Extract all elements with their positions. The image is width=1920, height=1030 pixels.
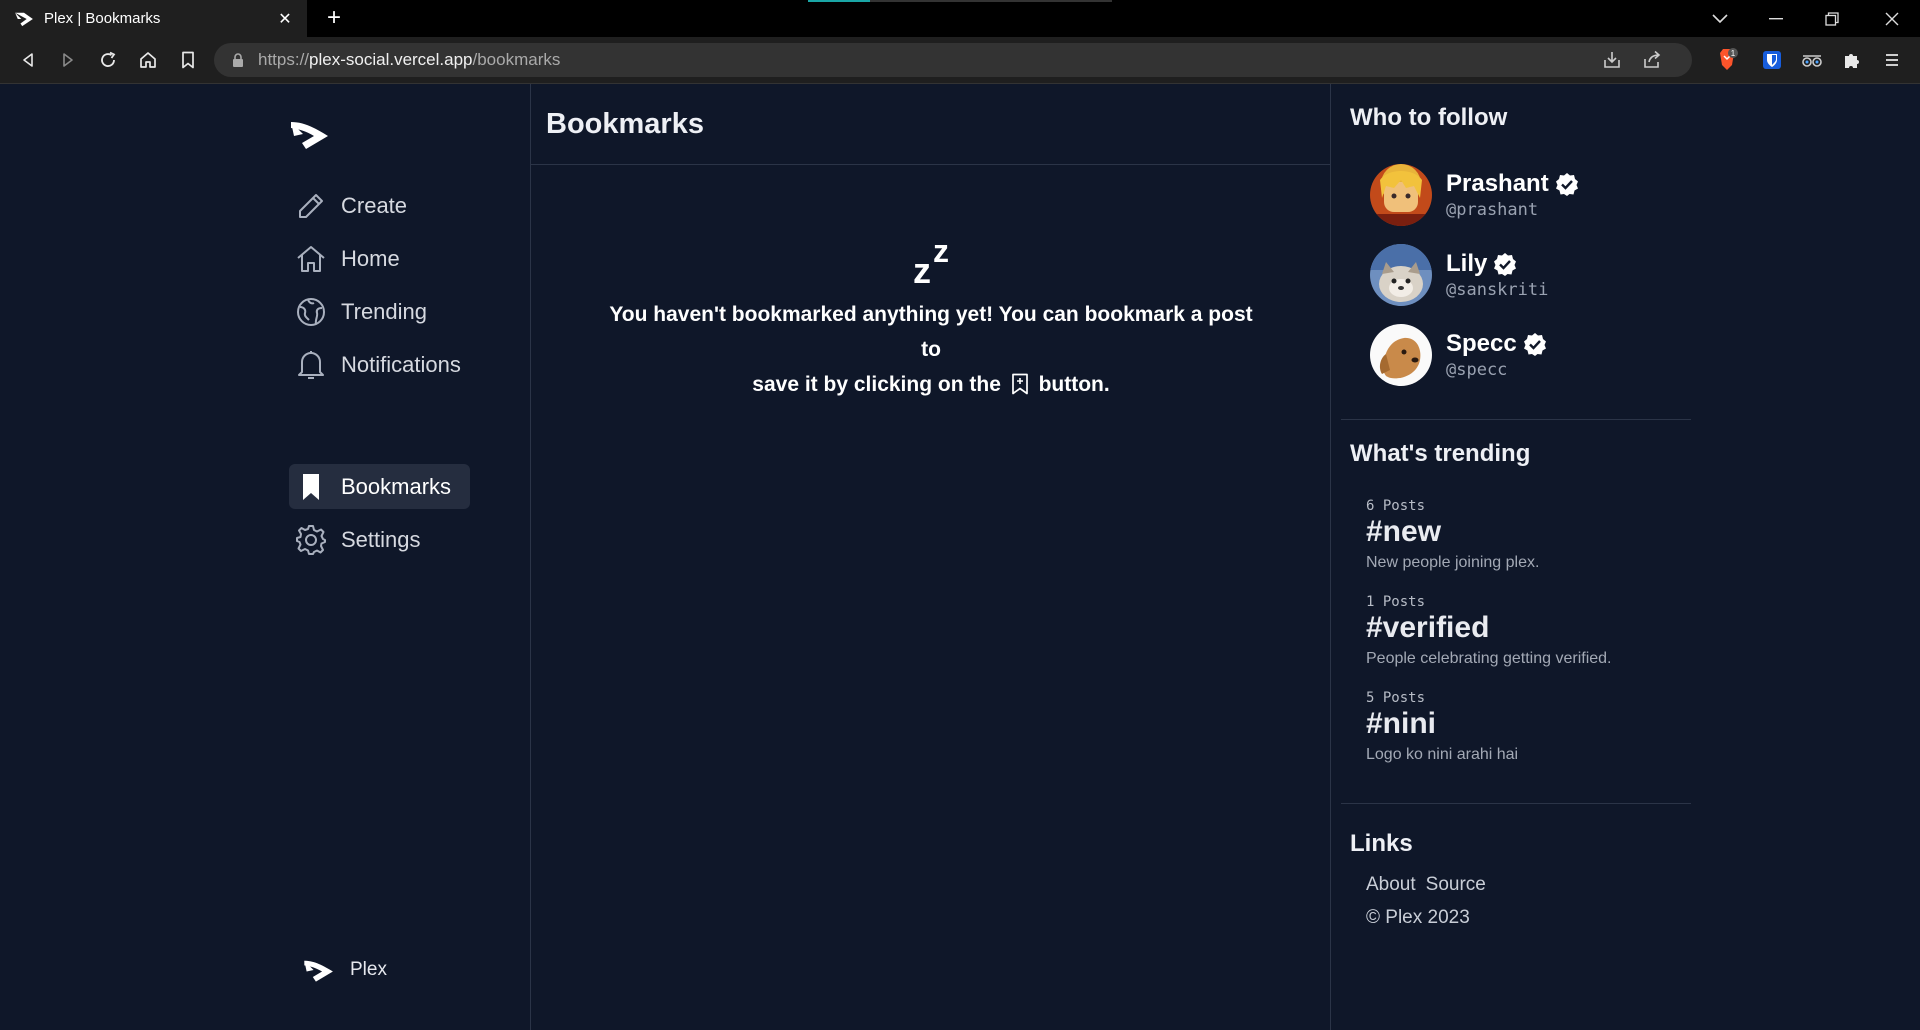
plex-favicon-icon	[14, 9, 34, 29]
sidebar-item-notifications[interactable]: Notifications	[289, 342, 473, 387]
trend-tag: #new	[1366, 515, 1442, 548]
pencil-icon	[293, 188, 329, 224]
who-to-follow-title: Who to follow	[1350, 104, 1508, 131]
trend-tag: #verified	[1366, 611, 1490, 644]
trend-count: 6 Posts	[1366, 498, 1426, 514]
about-link[interactable]: About	[1366, 874, 1416, 896]
follow-user-name: Prashant	[1446, 170, 1549, 197]
restore-icon[interactable]	[1804, 0, 1860, 37]
whats-trending-title: What's trending	[1350, 440, 1531, 467]
bookmark-icon	[293, 469, 329, 505]
bookmark-add-icon	[1011, 371, 1029, 395]
trend-description: New people joining plex.	[1366, 554, 1540, 571]
plex-logo-icon[interactable]	[288, 116, 332, 152]
globe-icon	[293, 294, 329, 330]
sidebar-item-label: Bookmarks	[341, 473, 452, 499]
sidebar-item-label: Trending	[341, 298, 428, 324]
sidebar-item-create[interactable]: Create	[289, 183, 419, 228]
follow-user-handle: @specc	[1446, 360, 1508, 380]
follow-user-prashant[interactable]: Prashant @prashant	[1370, 164, 1579, 226]
verified-badge-icon	[1493, 252, 1517, 276]
sidebar-item-home[interactable]: Home	[289, 236, 412, 281]
trend-count: 1 Posts	[1366, 594, 1426, 610]
browser-tab[interactable]: Plex | Bookmarks ✕	[0, 0, 307, 37]
tab-title: Plex | Bookmarks	[44, 10, 161, 27]
plex-app: Create Home Trending Notifications Bookm…	[0, 84, 1920, 1030]
footer-brand-label: Plex	[350, 959, 387, 980]
url-text: https://plex-social.vercel.app/bookmarks	[258, 50, 561, 69]
loading-indicator	[808, 0, 870, 2]
svg-text:1: 1	[1731, 49, 1736, 58]
avatar	[1370, 324, 1432, 386]
main-column: Bookmarks zz You haven't bookmarked anyt…	[531, 84, 1331, 1030]
sleeping-zz-icon: zz	[913, 233, 949, 291]
browser-tabstrip: Plex | Bookmarks ✕ +	[0, 0, 1920, 37]
follow-user-name: Lily	[1446, 250, 1488, 277]
trend-tag: #nini	[1366, 707, 1437, 740]
gear-icon	[293, 522, 329, 558]
follow-user-specc[interactable]: Specc @specc	[1370, 324, 1547, 386]
sidebar-item-label: Home	[341, 245, 400, 271]
back-icon[interactable]	[14, 46, 42, 74]
reader-extension-icon[interactable]	[1798, 46, 1826, 74]
page-title: Bookmarks	[546, 107, 704, 140]
trend-count: 5 Posts	[1366, 690, 1426, 706]
sidebar-item-bookmarks[interactable]: Bookmarks	[289, 464, 470, 509]
loading-track	[870, 0, 1112, 2]
tab-close-icon[interactable]: ✕	[275, 9, 295, 29]
share-icon[interactable]	[1642, 43, 1662, 77]
trend-item-new[interactable]: 6 Posts #new New people joining plex.	[1366, 498, 1539, 572]
source-link[interactable]: Source	[1426, 874, 1486, 896]
tab-search-icon[interactable]	[1692, 0, 1748, 37]
verified-badge-icon	[1523, 332, 1547, 356]
trend-description: People celebrating getting verified.	[1366, 650, 1612, 667]
right-sidebar: Who to follow Prashant @prashant Lily @s…	[1331, 84, 1920, 1030]
sidebar-item-label: Create	[341, 192, 408, 218]
minimize-icon[interactable]	[1748, 0, 1804, 37]
follow-user-handle: @sanskriti	[1446, 280, 1549, 300]
footer-brand[interactable]: Plex	[302, 956, 387, 984]
verified-badge-icon	[1555, 172, 1579, 196]
lock-icon	[232, 52, 246, 68]
home-icon	[293, 241, 329, 277]
trend-item-nini[interactable]: 5 Posts #nini Logo ko nini arahi hai	[1366, 690, 1518, 764]
extensions-puzzle-icon[interactable]	[1838, 46, 1866, 74]
divider	[1341, 803, 1691, 804]
sidebar-item-settings[interactable]: Settings	[289, 517, 433, 562]
forward-icon[interactable]	[54, 46, 82, 74]
avatar	[1370, 244, 1432, 306]
follow-user-lily[interactable]: Lily @sanskriti	[1370, 244, 1548, 306]
trend-description: Logo ko nini arahi hai	[1366, 746, 1519, 763]
follow-user-name: Specc	[1446, 330, 1517, 357]
avatar	[1370, 164, 1432, 226]
empty-state-message: You haven't bookmarked anything yet! You…	[609, 303, 1253, 396]
sidebar-item-label: Notifications	[341, 351, 461, 377]
new-tab-button[interactable]: +	[320, 4, 348, 32]
left-sidebar: Create Home Trending Notifications Bookm…	[0, 84, 531, 1030]
install-app-icon[interactable]	[1602, 43, 1622, 77]
plex-footer-logo-icon	[302, 956, 336, 984]
divider	[1341, 419, 1691, 420]
empty-state: zz You haven't bookmarked anything yet! …	[531, 229, 1331, 402]
address-bar[interactable]: https://plex-social.vercel.app/bookmarks	[214, 43, 1692, 77]
brave-shields-icon[interactable]: 1	[1710, 46, 1740, 74]
sidebar-item-trending[interactable]: Trending	[289, 289, 439, 334]
bitwarden-extension-icon[interactable]	[1758, 46, 1786, 74]
sidebar-item-label: Settings	[341, 526, 421, 552]
reload-icon[interactable]	[94, 46, 122, 74]
links-row: About Source	[1366, 874, 1486, 896]
main-header: Bookmarks	[531, 84, 1331, 165]
copyright-text: © Plex 2023	[1366, 907, 1470, 928]
trend-item-verified[interactable]: 1 Posts #verified People celebrating get…	[1366, 594, 1612, 668]
browser-toolbar: https://plex-social.vercel.app/bookmarks…	[0, 37, 1920, 84]
close-window-icon[interactable]	[1864, 0, 1920, 37]
links-title: Links	[1350, 830, 1413, 857]
bookmark-page-icon[interactable]	[174, 46, 202, 74]
home-button-icon[interactable]	[134, 46, 162, 74]
bell-icon	[293, 347, 329, 383]
follow-user-handle: @prashant	[1446, 200, 1539, 220]
browser-menu-icon[interactable]	[1878, 46, 1906, 74]
